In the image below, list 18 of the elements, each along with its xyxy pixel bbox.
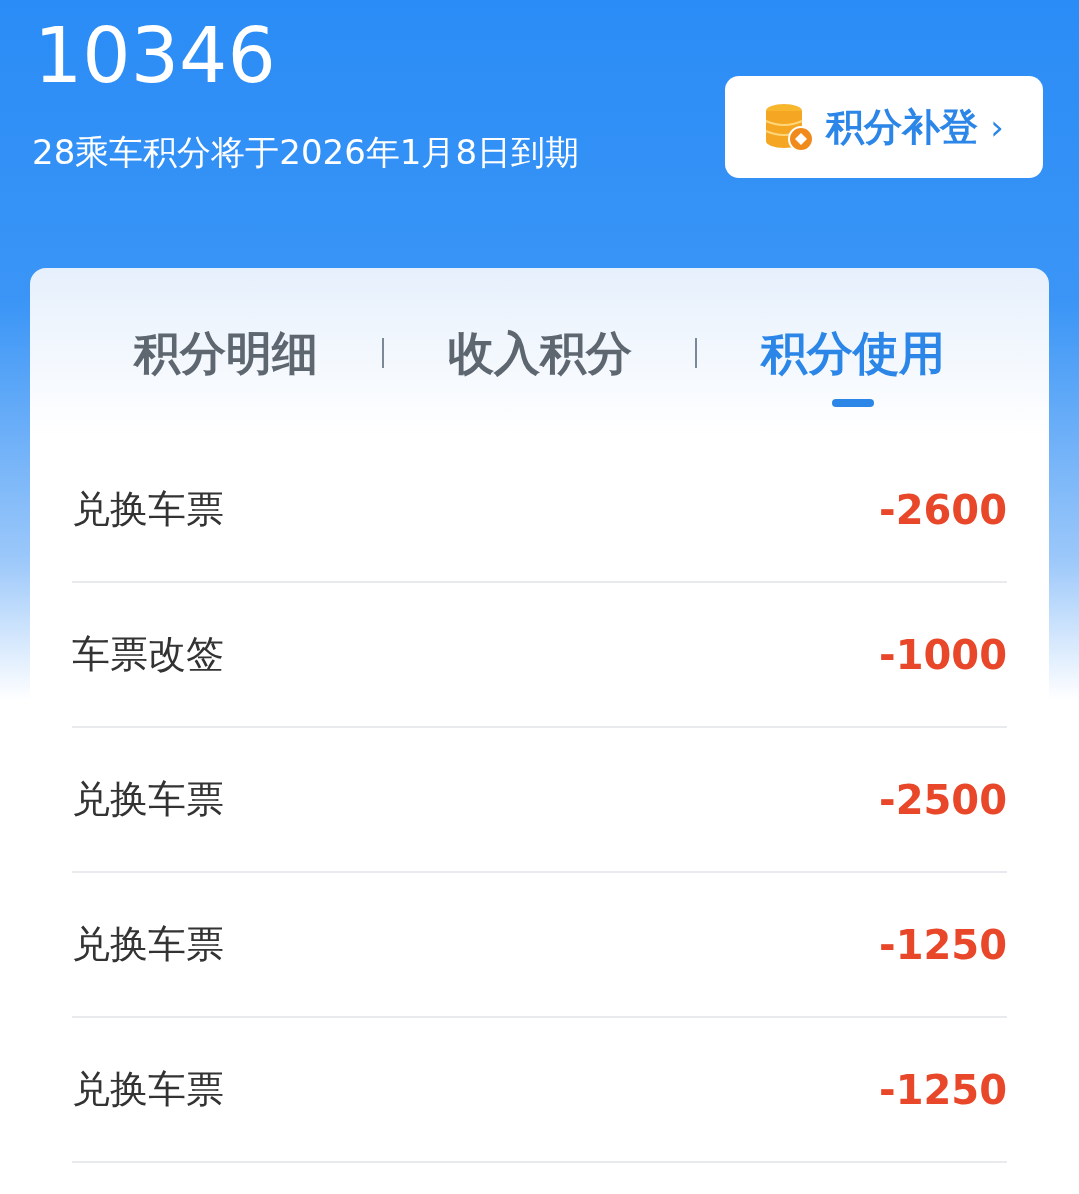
record-amount: -2600 [879,485,1007,535]
record-amount: -1250 [879,920,1007,970]
record-title: 兑换车票 [72,1066,224,1113]
tab[interactable]: 积分使用 [761,318,946,388]
record-title: 兑换车票 [72,776,224,823]
tab-indicator [832,398,875,407]
record-amount: -1250 [879,1065,1007,1115]
points-total: 10346 [34,18,276,94]
tab[interactable]: 收入积分 [447,318,632,388]
record-title: 兑换车票 [72,486,224,533]
record-title: 兑换车票 [72,921,224,968]
expiry-notice: 28乘车积分将于2026年1月8日到期 [32,131,581,174]
record-amount: -2500 [879,775,1007,825]
tab[interactable]: 积分明细 [133,318,318,388]
coins-icon [764,101,815,153]
record-amount: -1000 [879,630,1007,680]
record-title: 车票改签 [72,631,224,678]
points-supplement-button[interactable]: 积分补登 › [725,76,1043,178]
